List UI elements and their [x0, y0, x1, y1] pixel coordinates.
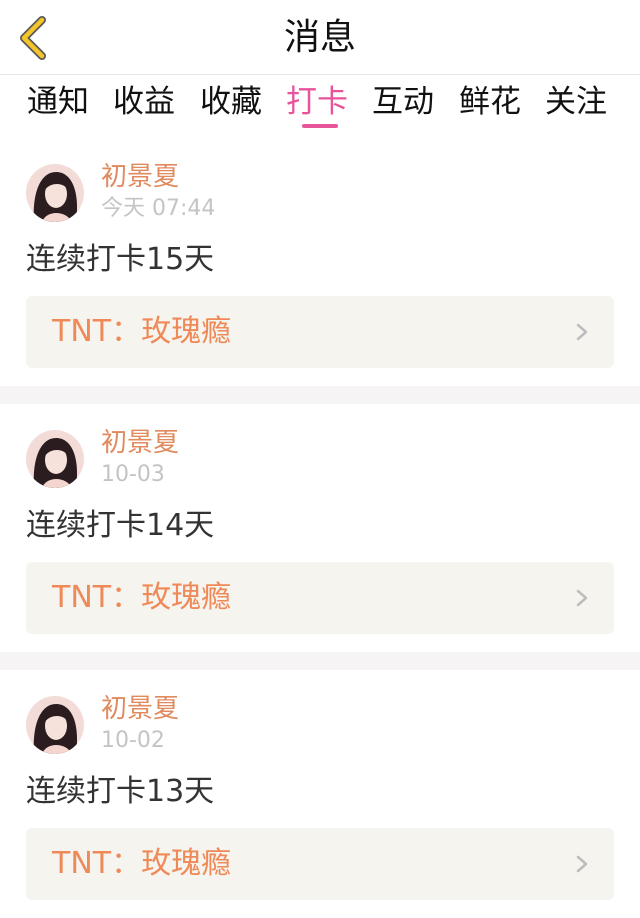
linked-item-card[interactable]: TNT：玫瑰瘾 — [26, 296, 614, 368]
linked-item-card[interactable]: TNT：玫瑰瘾 — [26, 562, 614, 634]
list-item: 初景夏 10-03 连续打卡14天 TNT：玫瑰瘾 — [0, 404, 640, 652]
linked-item-title: TNT：玫瑰瘾 — [52, 314, 232, 349]
page-title: 消息 — [283, 17, 356, 58]
username[interactable]: 初景夏 — [101, 694, 179, 724]
chevron-right-icon — [576, 323, 588, 341]
linked-item-card[interactable]: TNT：玫瑰瘾 — [26, 828, 614, 900]
avatar[interactable] — [26, 430, 84, 488]
timestamp: 10-03 — [101, 462, 165, 487]
chevron-right-icon — [576, 855, 588, 873]
timestamp: 10-02 — [101, 728, 165, 753]
tab-checkin[interactable]: 打卡 — [286, 78, 348, 126]
avatar[interactable] — [26, 164, 84, 222]
divider — [0, 652, 640, 670]
active-tab-indicator — [302, 124, 338, 128]
message-text: 连续打卡13天 — [26, 774, 215, 809]
message-text: 连续打卡14天 — [26, 508, 215, 543]
message-text: 连续打卡15天 — [26, 242, 215, 277]
tab-follow[interactable]: 关注 — [545, 78, 607, 126]
top-bar: 消息 — [0, 0, 640, 75]
list-item: 初景夏 10-02 连续打卡13天 TNT：玫瑰瘾 — [0, 670, 640, 918]
tab-notifications[interactable]: 通知 — [27, 78, 89, 126]
username[interactable]: 初景夏 — [101, 428, 179, 458]
avatar[interactable] — [26, 696, 84, 754]
divider — [0, 386, 640, 404]
timestamp: 今天 07:44 — [101, 196, 216, 221]
tab-earnings[interactable]: 收益 — [113, 78, 175, 126]
tab-favorites[interactable]: 收藏 — [200, 78, 262, 126]
tab-flowers[interactable]: 鲜花 — [459, 78, 521, 126]
tab-interaction[interactable]: 互动 — [372, 78, 434, 126]
chevron-right-icon — [576, 589, 588, 607]
linked-item-title: TNT：玫瑰瘾 — [52, 846, 232, 881]
list-item: 初景夏 今天 07:44 连续打卡15天 TNT：玫瑰瘾 — [0, 138, 640, 386]
linked-item-title: TNT：玫瑰瘾 — [52, 580, 232, 615]
username[interactable]: 初景夏 — [101, 162, 179, 192]
